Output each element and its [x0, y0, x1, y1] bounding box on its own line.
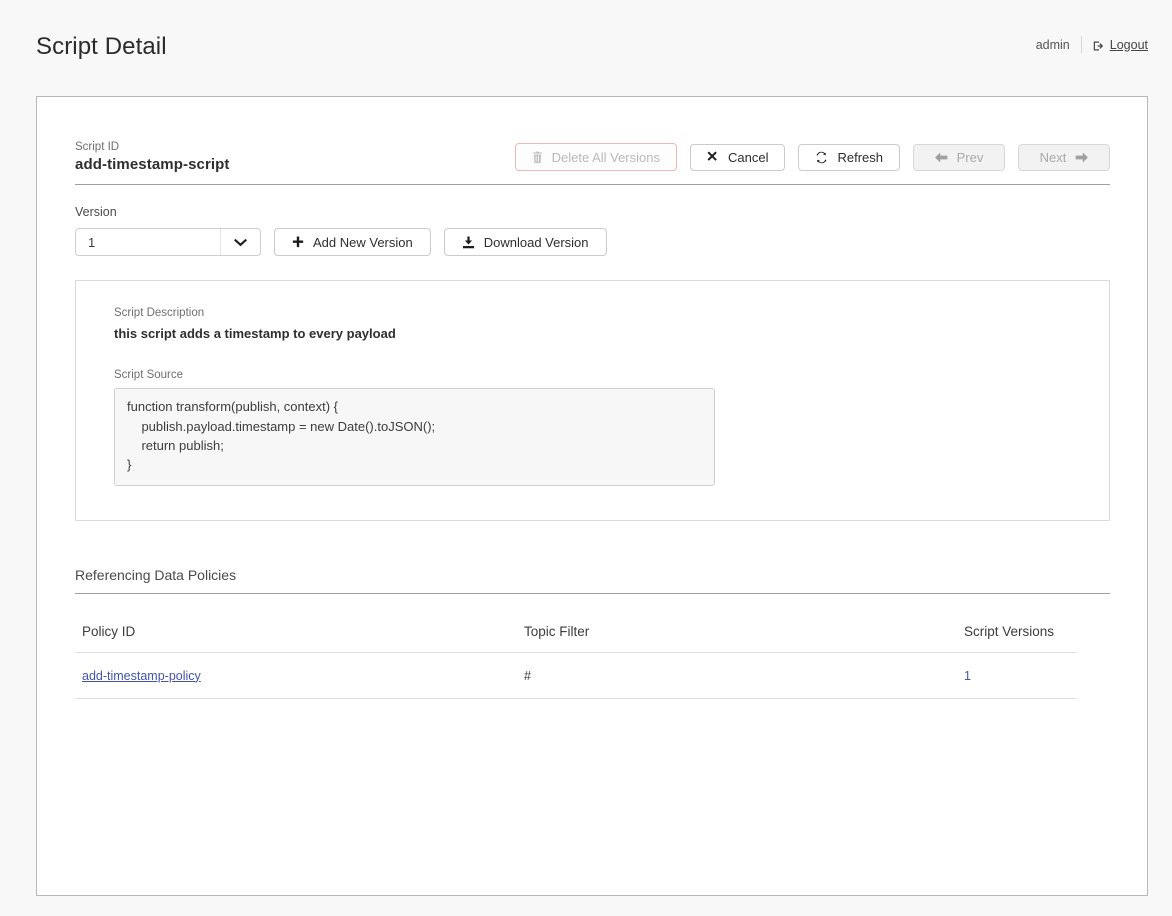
version-select-value: 1 — [88, 234, 96, 250]
cancel-label: Cancel — [728, 149, 769, 165]
column-header-policy-id: Policy ID — [75, 623, 517, 653]
version-row: 1 Add New Version Download Version — [75, 228, 1110, 257]
refresh-label: Refresh — [837, 149, 883, 165]
logout-button[interactable]: Logout — [1093, 38, 1148, 52]
refresh-button[interactable]: Refresh — [798, 143, 900, 171]
logout-label: Logout — [1109, 37, 1148, 52]
version-label: Version — [75, 205, 117, 220]
referencing-divider — [75, 592, 1110, 594]
cell-policy-id: add-timestamp-policy — [75, 652, 517, 699]
column-header-script-versions: Script Versions — [957, 623, 1077, 653]
user-name: admin — [1035, 37, 1070, 52]
script-id-block: Script ID add-timestamp-script — [75, 141, 230, 173]
script-description-value: this script adds a timestamp to every pa… — [114, 326, 396, 342]
sign-out-icon — [1093, 40, 1105, 52]
version-select[interactable]: 1 — [75, 228, 261, 257]
arrow-right-icon — [1075, 152, 1089, 163]
arrow-left-icon — [934, 152, 948, 163]
table-header-row: Policy ID Topic Filter Script Versions — [75, 623, 1077, 653]
next-button[interactable]: Next — [1018, 143, 1110, 171]
plus-icon — [292, 236, 304, 248]
policy-id-link[interactable]: add-timestamp-policy — [82, 669, 201, 683]
cancel-button[interactable]: Cancel — [690, 143, 786, 171]
referencing-policies-section: Referencing Data Policies Policy ID Topi… — [75, 567, 1110, 699]
close-x-icon — [707, 151, 719, 163]
vertical-separator — [1080, 36, 1082, 53]
refresh-icon — [815, 151, 828, 164]
cell-topic-filter: # — [517, 652, 957, 699]
delete-all-versions-label: Delete All Versions — [551, 149, 660, 165]
referencing-policies-table: Policy ID Topic Filter Script Versions a… — [75, 623, 1077, 699]
download-version-label: Download Version — [483, 234, 589, 250]
script-id-value: add-timestamp-script — [75, 156, 230, 174]
script-detail-panel: Script Description this script adds a ti… — [75, 280, 1110, 521]
column-header-topic-filter: Topic Filter — [517, 623, 957, 653]
script-source-label: Script Source — [114, 369, 184, 382]
delete-all-versions-button[interactable]: Delete All Versions — [514, 143, 677, 172]
referencing-policies-title: Referencing Data Policies — [75, 566, 237, 583]
detail-header-row: Script ID add-timestamp-script Delete Al… — [75, 141, 1110, 184]
download-version-button[interactable]: Download Version — [443, 228, 607, 257]
add-new-version-button[interactable]: Add New Version — [274, 228, 431, 257]
cell-script-versions: 1 — [957, 652, 1077, 699]
table-row: add-timestamp-policy # 1 — [75, 652, 1077, 699]
download-icon — [462, 236, 475, 249]
page-header: Script Detail admin Logout — [0, 0, 1172, 96]
prev-button[interactable]: Prev — [913, 143, 1005, 171]
script-versions-link[interactable]: 1 — [964, 669, 971, 683]
version-section: Version 1 Add New Version Download Versi… — [75, 185, 1110, 257]
page-title: Script Detail — [36, 33, 167, 60]
prev-label: Prev — [956, 149, 984, 165]
next-label: Next — [1039, 149, 1067, 165]
script-id-label: Script ID — [75, 141, 120, 153]
script-source-textarea[interactable]: function transform(publish, context) { p… — [114, 388, 715, 486]
trash-icon — [532, 151, 543, 164]
chevron-down-icon[interactable] — [220, 229, 260, 256]
script-detail-card: Script ID add-timestamp-script Delete Al… — [36, 96, 1148, 896]
toolbar: Delete All Versions Cancel Refresh Prev … — [514, 143, 1110, 173]
script-description-label: Script Description — [114, 307, 205, 320]
user-zone: admin Logout — [1036, 36, 1148, 53]
add-new-version-label: Add New Version — [313, 234, 413, 250]
